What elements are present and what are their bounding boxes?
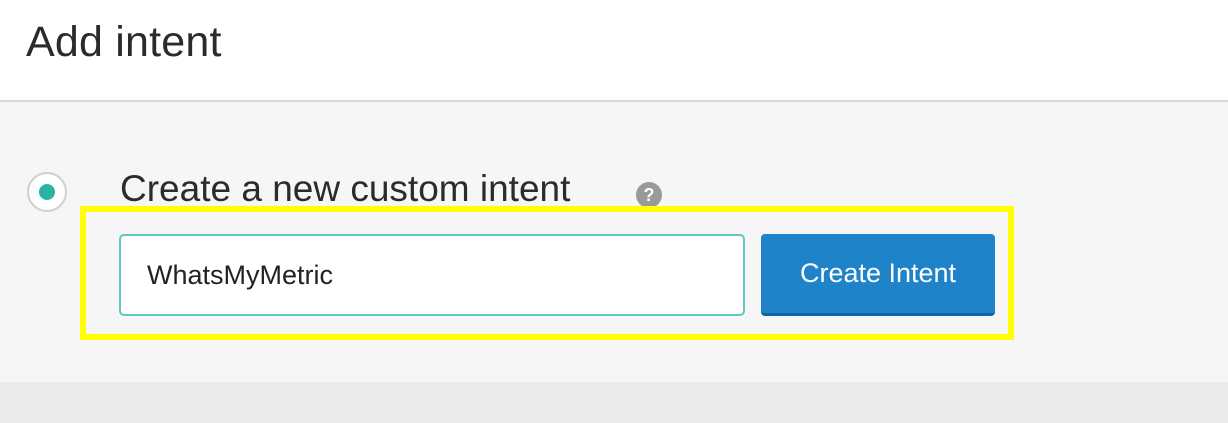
help-icon[interactable]: ? bbox=[636, 182, 662, 208]
create-intent-button[interactable]: Create Intent bbox=[761, 234, 995, 316]
panel-footer-strip bbox=[0, 382, 1228, 423]
custom-intent-label[interactable]: Create a new custom intent bbox=[120, 168, 570, 210]
intent-name-input[interactable] bbox=[119, 234, 745, 316]
radio-selected-dot bbox=[39, 184, 55, 200]
page-header: Add intent bbox=[0, 0, 1228, 102]
page-title: Add intent bbox=[26, 18, 222, 66]
custom-intent-radio[interactable] bbox=[27, 172, 67, 212]
